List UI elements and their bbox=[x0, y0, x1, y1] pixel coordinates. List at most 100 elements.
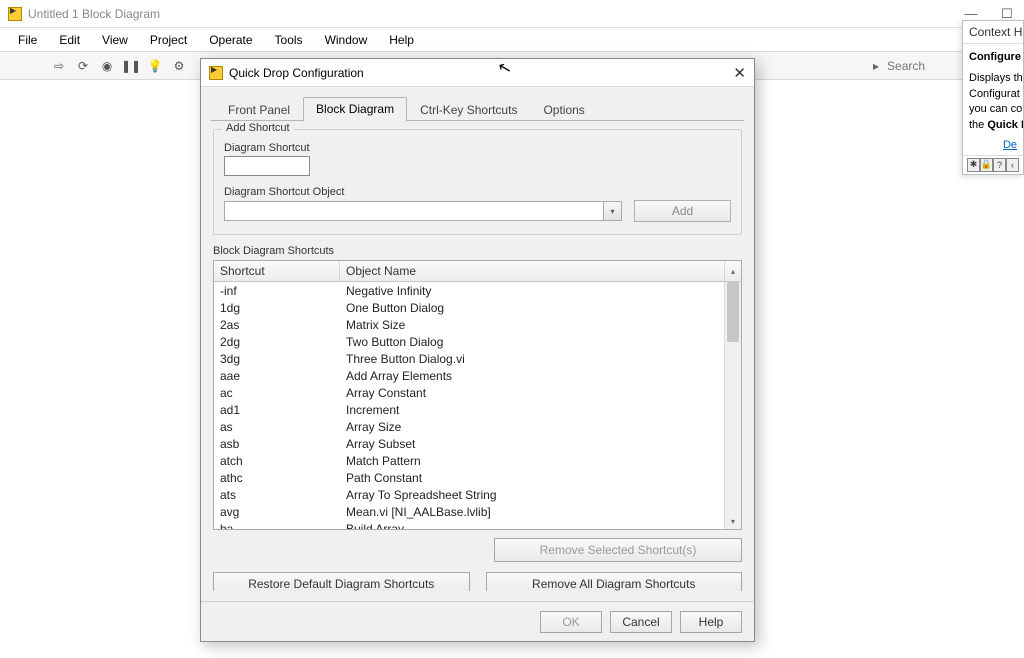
table-row[interactable]: -infNegative Infinity bbox=[214, 282, 724, 299]
dialog-title: Quick Drop Configuration bbox=[229, 66, 364, 80]
cell-shortcut: 3dg bbox=[214, 352, 340, 366]
menu-edit[interactable]: Edit bbox=[49, 31, 90, 49]
table-row[interactable]: avgMean.vi [NI_AALBase.lvlib] bbox=[214, 503, 724, 520]
cell-object: Array Constant bbox=[340, 386, 724, 400]
cell-shortcut: 2as bbox=[214, 318, 340, 332]
cell-shortcut: avg bbox=[214, 505, 340, 519]
menu-bar: File Edit View Project Operate Tools Win… bbox=[0, 28, 1024, 52]
cell-object: One Button Dialog bbox=[340, 301, 724, 315]
context-help-heading: Configure bbox=[969, 50, 1017, 65]
ctx-help-icon[interactable]: ? bbox=[993, 158, 1006, 172]
cell-shortcut: ad1 bbox=[214, 403, 340, 417]
ctx-lock2-icon[interactable]: 🔒 bbox=[980, 158, 993, 172]
scroll-down-icon[interactable]: ▾ bbox=[725, 514, 741, 529]
menu-operate[interactable]: Operate bbox=[199, 31, 262, 49]
cell-object: Match Pattern bbox=[340, 454, 724, 468]
menu-project[interactable]: Project bbox=[140, 31, 197, 49]
cell-shortcut: ba bbox=[214, 522, 340, 530]
pause-icon[interactable]: ❚❚ bbox=[122, 57, 140, 75]
run-icon[interactable]: ⇨ bbox=[50, 57, 68, 75]
cell-object: Array To Spreadsheet String bbox=[340, 488, 724, 502]
run-continuous-icon[interactable]: ⟳ bbox=[74, 57, 92, 75]
diagram-shortcut-input[interactable] bbox=[224, 156, 310, 176]
table-row[interactable]: 1dgOne Button Dialog bbox=[214, 299, 724, 316]
cancel-button[interactable]: Cancel bbox=[610, 611, 672, 633]
table-row[interactable]: asArray Size bbox=[214, 418, 724, 435]
restore-defaults-button[interactable]: Restore Default Diagram Shortcuts bbox=[213, 572, 470, 591]
tab-front-panel[interactable]: Front Panel bbox=[215, 98, 303, 122]
cell-shortcut: athc bbox=[214, 471, 340, 485]
scroll-up-icon[interactable]: ▴ bbox=[724, 261, 741, 281]
col-object-name[interactable]: Object Name bbox=[340, 261, 724, 281]
table-row[interactable]: atchMatch Pattern bbox=[214, 452, 724, 469]
table-row[interactable]: acArray Constant bbox=[214, 384, 724, 401]
remove-all-button[interactable]: Remove All Diagram Shortcuts bbox=[486, 572, 743, 591]
cell-object: Mean.vi [NI_AALBase.lvlib] bbox=[340, 505, 724, 519]
group-label: Add Shortcut bbox=[222, 122, 294, 134]
context-help-panel: Context Hel Configure Displays th Config… bbox=[962, 20, 1024, 175]
help-button[interactable]: Help bbox=[680, 611, 742, 633]
close-icon[interactable]: ✕ bbox=[733, 64, 746, 82]
cell-shortcut: 2dg bbox=[214, 335, 340, 349]
ctx-collapse-icon[interactable]: ‹ bbox=[1006, 158, 1019, 172]
tab-options[interactable]: Options bbox=[530, 98, 597, 122]
context-help-line: Configurat bbox=[969, 87, 1017, 102]
add-button[interactable]: Add bbox=[634, 200, 731, 222]
col-shortcut[interactable]: Shortcut bbox=[214, 261, 340, 281]
cell-shortcut: aae bbox=[214, 369, 340, 383]
tab-block-diagram[interactable]: Block Diagram bbox=[303, 97, 407, 122]
table-row[interactable]: 2asMatrix Size bbox=[214, 316, 724, 333]
cell-shortcut: ac bbox=[214, 386, 340, 400]
highlight-icon[interactable]: 💡 bbox=[146, 57, 164, 75]
chevron-down-icon[interactable]: ▾ bbox=[603, 202, 621, 220]
main-titlebar: Untitled 1 Block Diagram — ☐ bbox=[0, 0, 1024, 28]
table-row[interactable]: athcPath Constant bbox=[214, 469, 724, 486]
cell-object: Add Array Elements bbox=[340, 369, 724, 383]
menu-tools[interactable]: Tools bbox=[265, 31, 313, 49]
dialog-icon bbox=[209, 66, 223, 80]
table-row[interactable]: baBuild Array bbox=[214, 520, 724, 529]
tab-ctrl-key-shortcuts[interactable]: Ctrl-Key Shortcuts bbox=[407, 98, 530, 122]
menu-help[interactable]: Help bbox=[379, 31, 424, 49]
cell-object: Two Button Dialog bbox=[340, 335, 724, 349]
main-window-title: Untitled 1 Block Diagram bbox=[28, 7, 160, 21]
cell-shortcut: atch bbox=[214, 454, 340, 468]
cell-object: Increment bbox=[340, 403, 724, 417]
menu-window[interactable]: Window bbox=[315, 31, 378, 49]
menu-file[interactable]: File bbox=[8, 31, 47, 49]
table-row[interactable]: aaeAdd Array Elements bbox=[214, 367, 724, 384]
table-row[interactable]: ad1Increment bbox=[214, 401, 724, 418]
cell-shortcut: as bbox=[214, 420, 340, 434]
shortcuts-table-label: Block Diagram Shortcuts bbox=[213, 245, 742, 257]
cell-object: Path Constant bbox=[340, 471, 724, 485]
table-row[interactable]: 2dgTwo Button Dialog bbox=[214, 333, 724, 350]
cell-object: Three Button Dialog.vi bbox=[340, 352, 724, 366]
dialog-footer: OK Cancel Help bbox=[201, 601, 754, 641]
abort-icon[interactable]: ◉ bbox=[98, 57, 116, 75]
table-row[interactable]: asbArray Subset bbox=[214, 435, 724, 452]
app-icon bbox=[8, 7, 22, 21]
context-help-line: Displays th bbox=[969, 71, 1017, 86]
diagram-shortcut-label: Diagram Shortcut bbox=[224, 142, 731, 154]
scrollbar-thumb[interactable] bbox=[727, 282, 739, 342]
table-scrollbar[interactable]: ▾ bbox=[724, 282, 741, 529]
remove-selected-button[interactable]: Remove Selected Shortcut(s) bbox=[494, 538, 742, 562]
shortcuts-table: Shortcut Object Name ▴ -infNegative Infi… bbox=[213, 260, 742, 530]
cell-object: Negative Infinity bbox=[340, 284, 724, 298]
dialog-titlebar[interactable]: Quick Drop Configuration ✕ bbox=[201, 59, 754, 87]
add-shortcut-group: Add Shortcut Diagram Shortcut Diagram Sh… bbox=[213, 129, 742, 235]
menu-view[interactable]: View bbox=[92, 31, 138, 49]
cell-shortcut: -inf bbox=[214, 284, 340, 298]
context-help-title: Context Hel bbox=[963, 21, 1023, 44]
ctx-lock-icon[interactable]: ✱ bbox=[967, 158, 980, 172]
search-prev-icon[interactable]: ▸ bbox=[873, 59, 879, 73]
table-row[interactable]: 3dgThree Button Dialog.vi bbox=[214, 350, 724, 367]
diagram-object-value bbox=[225, 202, 603, 220]
cell-object: Array Size bbox=[340, 420, 724, 434]
context-help-link[interactable]: De bbox=[963, 139, 1023, 155]
cell-object: Array Subset bbox=[340, 437, 724, 451]
retain-wire-icon[interactable]: ⚙ bbox=[170, 57, 188, 75]
diagram-object-combo[interactable]: ▾ bbox=[224, 201, 622, 221]
table-row[interactable]: atsArray To Spreadsheet String bbox=[214, 486, 724, 503]
ok-button[interactable]: OK bbox=[540, 611, 602, 633]
